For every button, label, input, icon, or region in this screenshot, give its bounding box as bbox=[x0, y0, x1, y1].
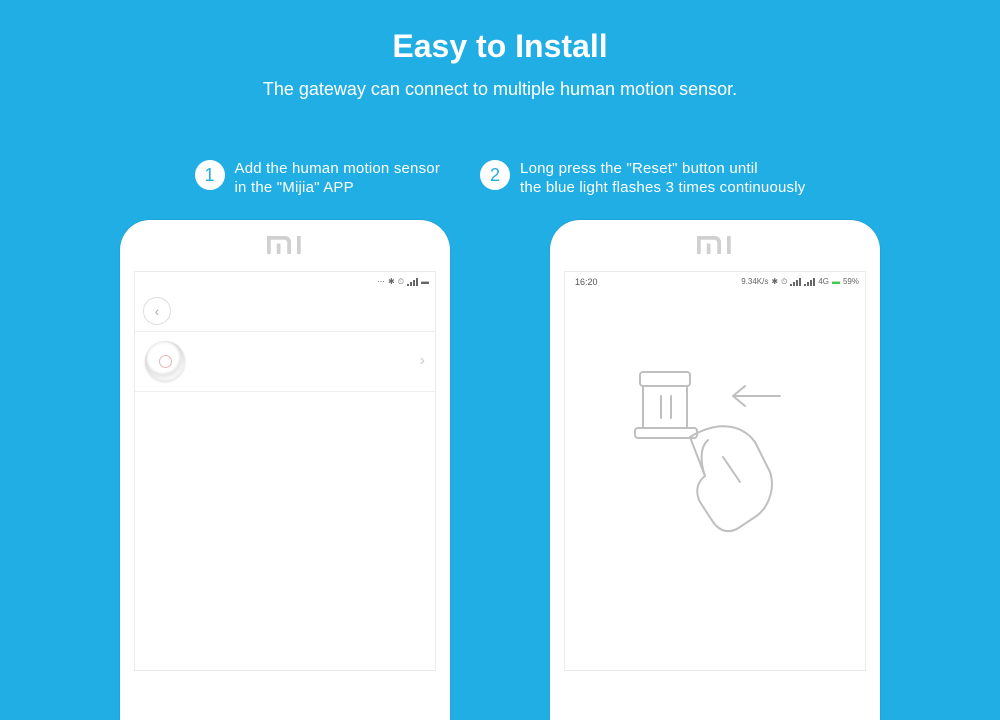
mi-logo-icon bbox=[697, 236, 733, 254]
wifi-icon bbox=[407, 278, 418, 286]
phone-1-screen: ⋯ ✱ ⏲ ▬ ‹ › bbox=[134, 271, 436, 671]
mi-logo bbox=[120, 220, 450, 269]
status-time: 16:20 bbox=[575, 277, 598, 287]
bluetooth-icon: ✱ bbox=[388, 277, 395, 286]
chevron-left-icon: ‹ bbox=[155, 303, 160, 319]
instruction-illustration bbox=[565, 292, 865, 670]
press-reset-illustration-icon bbox=[605, 352, 825, 572]
steps-row: 1 Add the human motion sensor in the "Mi… bbox=[0, 160, 1000, 198]
battery-icon: ▬ bbox=[421, 277, 429, 286]
status-bar: 16:20 9.34K/s ✱ ⏲ 4G ▬ 59% bbox=[565, 272, 865, 292]
motion-sensor-icon bbox=[145, 341, 185, 381]
battery-percent: 59% bbox=[843, 277, 859, 286]
page-subtitle: The gateway can connect to multiple huma… bbox=[0, 79, 1000, 100]
nav-bar: ‹ bbox=[135, 292, 435, 332]
step-1-text: Add the human motion sensor in the "Miji… bbox=[235, 160, 441, 198]
mi-logo bbox=[550, 220, 880, 269]
step-2-text: Long press the "Reset" button until the … bbox=[520, 160, 805, 198]
step-1: 1 Add the human motion sensor in the "Mi… bbox=[195, 160, 441, 198]
step-2-badge: 2 bbox=[480, 160, 510, 190]
signal-icon-2 bbox=[804, 278, 815, 286]
device-list-item[interactable]: › bbox=[135, 332, 435, 392]
step-1-badge: 1 bbox=[195, 160, 225, 190]
dots-icon: ⋯ bbox=[377, 277, 385, 286]
battery-icon: ▬ bbox=[832, 277, 840, 286]
step-2: 2 Long press the "Reset" button until th… bbox=[480, 160, 805, 198]
phones-row: ⋯ ✱ ⏲ ▬ ‹ › bbox=[0, 220, 1000, 720]
status-bar: ⋯ ✱ ⏲ ▬ bbox=[135, 272, 435, 292]
mi-logo-icon bbox=[267, 236, 303, 254]
back-button[interactable]: ‹ bbox=[143, 297, 171, 325]
alarm-icon: ⏲ bbox=[781, 277, 787, 287]
network-label: 4G bbox=[818, 277, 829, 286]
phone-mockup-1: ⋯ ✱ ⏲ ▬ ‹ › bbox=[120, 220, 450, 720]
alarm-icon: ⏲ bbox=[398, 277, 404, 287]
status-speed: 9.34K/s bbox=[741, 277, 768, 286]
header: Easy to Install The gateway can connect … bbox=[0, 0, 1000, 100]
chevron-right-icon: › bbox=[420, 352, 425, 370]
phone-mockup-2: 16:20 9.34K/s ✱ ⏲ 4G ▬ 59% bbox=[550, 220, 880, 720]
bluetooth-icon: ✱ bbox=[771, 277, 778, 286]
signal-icon bbox=[790, 278, 801, 286]
phone-2-screen: 16:20 9.34K/s ✱ ⏲ 4G ▬ 59% bbox=[564, 271, 866, 671]
page-title: Easy to Install bbox=[0, 28, 1000, 65]
